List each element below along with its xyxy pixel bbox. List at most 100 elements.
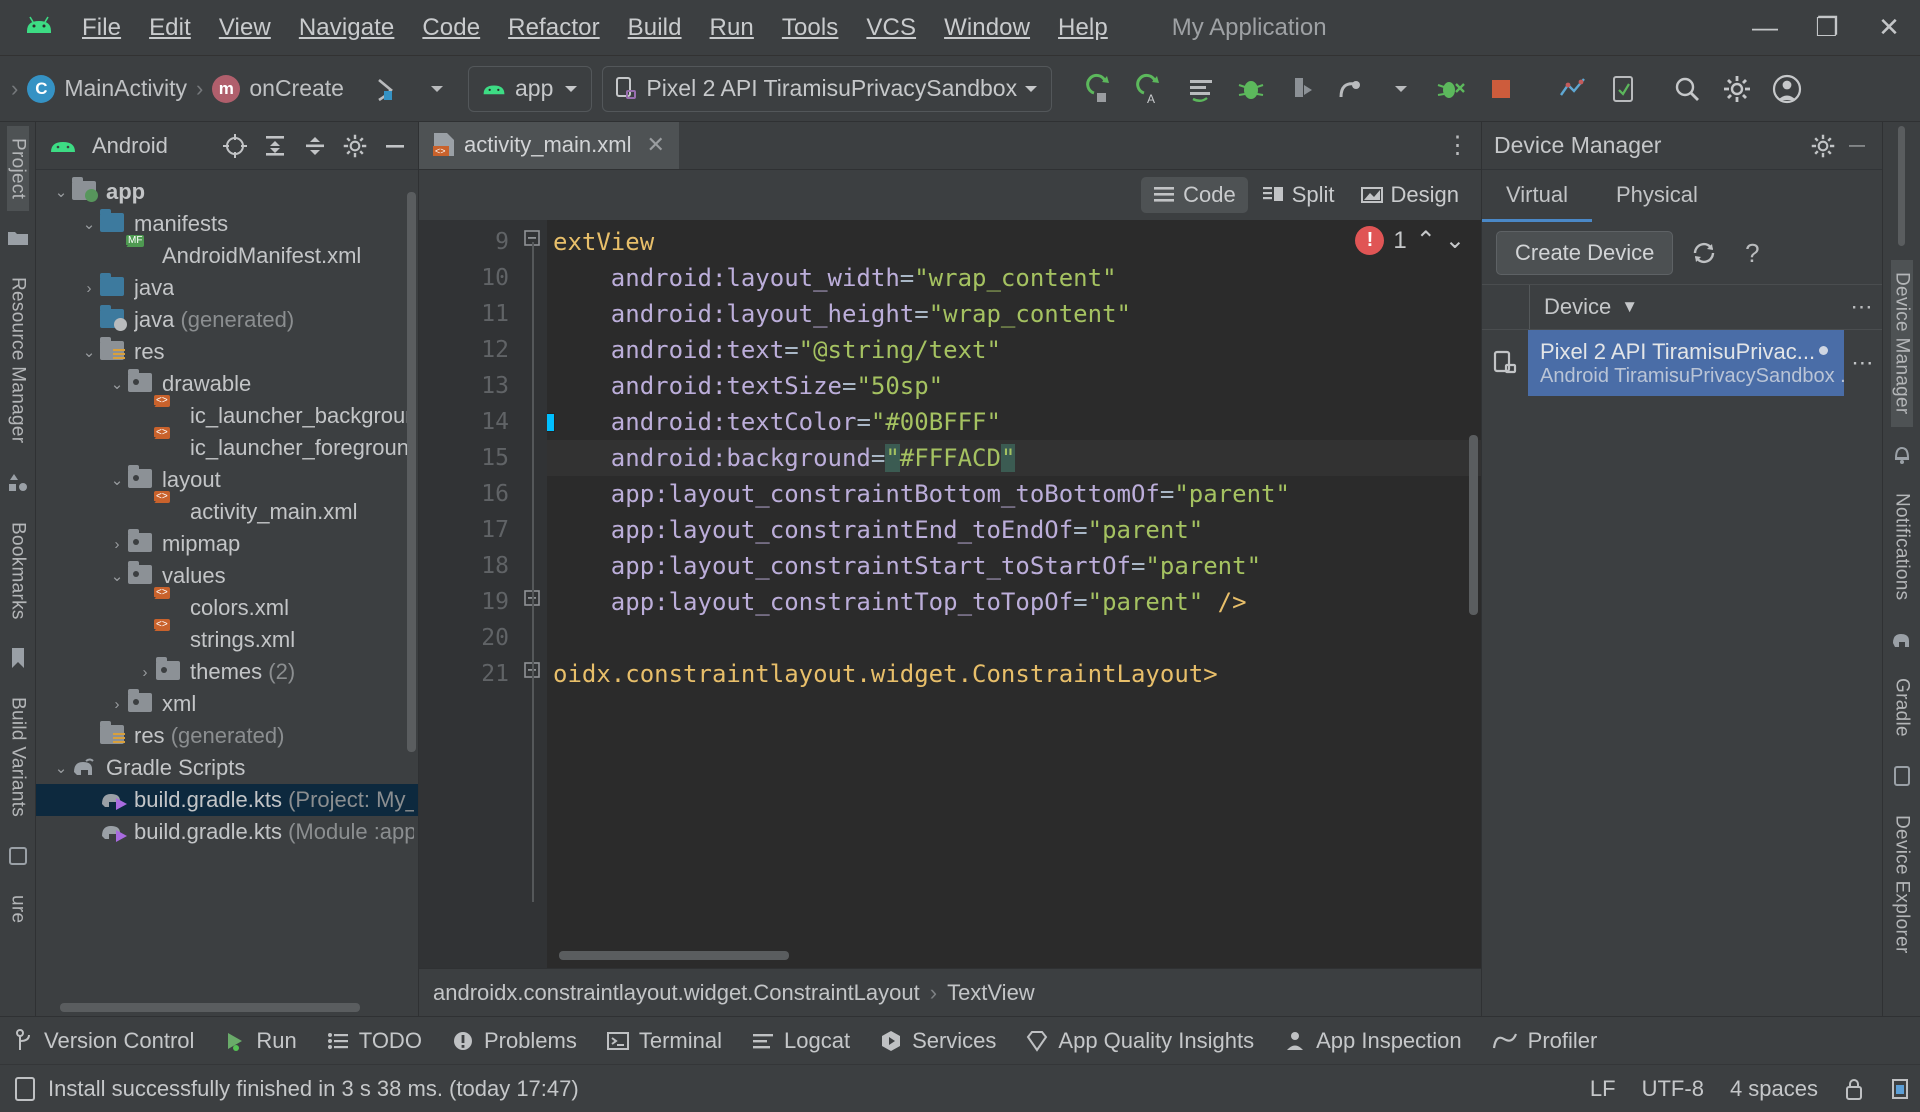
strip-device-explorer[interactable]: Device Explorer xyxy=(1891,803,1913,966)
next-problem-icon[interactable]: ⌄ xyxy=(1445,226,1465,255)
tree-expand-chevron-icon[interactable]: ⌄ xyxy=(106,375,128,393)
debug-icon[interactable] xyxy=(1230,68,1272,110)
tree-expand-chevron-icon[interactable]: › xyxy=(78,280,100,297)
project-settings-gear-icon[interactable] xyxy=(338,129,372,163)
code-line[interactable]: android:background="#FFFACD" xyxy=(547,440,1481,476)
toolwindow-version-control[interactable]: Version Control xyxy=(14,1028,194,1054)
breadcrumb-oncreate[interactable]: onCreate xyxy=(249,75,344,102)
tree-row-java[interactable]: java (generated) xyxy=(36,304,418,336)
tree-row-layout[interactable]: ⌄layout xyxy=(36,464,418,496)
menu-refactor[interactable]: Refactor xyxy=(508,14,600,42)
tree-row-ic-launcher-background-xml[interactable]: <>ic_launcher_background.xml xyxy=(36,400,418,432)
tree-row-ic-launcher-foreground-xml[interactable]: <>ic_launcher_foreground.xml xyxy=(36,432,418,464)
code-line[interactable]: android:textSize="50sp" xyxy=(547,368,1481,404)
toolwindow-services[interactable]: Services xyxy=(880,1028,996,1054)
breadcrumb-textview[interactable]: TextView xyxy=(947,980,1035,1006)
tree-row-activity-main-xml[interactable]: <>activity_main.xml xyxy=(36,496,418,528)
run-configuration-chip[interactable]: app xyxy=(468,66,592,112)
editor-tab-activity-main-xml[interactable]: <> activity_main.xml ✕ xyxy=(419,122,679,169)
toolwindow-app-inspection[interactable]: App Inspection xyxy=(1284,1028,1462,1054)
toolwindow-profiler[interactable]: Profiler xyxy=(1492,1028,1598,1054)
menu-help[interactable]: Help xyxy=(1058,14,1108,42)
toolwindow-run[interactable]: Run xyxy=(224,1028,296,1054)
strip-project[interactable]: Project xyxy=(7,126,29,211)
menu-tools[interactable]: Tools xyxy=(782,14,839,42)
tree-row-res[interactable]: ⌄res xyxy=(36,336,418,368)
minimize-button[interactable]: — xyxy=(1734,1,1796,55)
menu-view[interactable]: View xyxy=(219,14,271,42)
project-view-title[interactable]: Android xyxy=(92,133,168,159)
tree-row-xml[interactable]: ›xml xyxy=(36,688,418,720)
strip-gradle[interactable]: Gradle xyxy=(1891,666,1913,749)
breadcrumb-constraintlayout[interactable]: androidx.constraintlayout.widget.Constra… xyxy=(433,980,920,1006)
menu-build[interactable]: Build xyxy=(628,14,682,42)
line-separator-indicator[interactable]: LF xyxy=(1590,1076,1616,1102)
code-line[interactable]: app:layout_constraintStart_toStartOf="pa… xyxy=(547,548,1481,584)
tree-row-build-gradle-kts[interactable]: build.gradle.kts (Project: My_A xyxy=(36,784,418,816)
menu-navigate[interactable]: Navigate xyxy=(299,14,395,42)
code-line[interactable]: android:text="@string/text" xyxy=(547,332,1481,368)
device-row-more-icon[interactable]: ⋯ xyxy=(1844,330,1882,396)
close-button[interactable]: ✕ xyxy=(1858,1,1920,55)
strip-structure[interactable]: ure xyxy=(7,883,29,935)
tree-expand-chevron-icon[interactable]: ⌄ xyxy=(106,567,128,585)
strip-build-variants[interactable]: Build Variants xyxy=(7,685,29,829)
code-line[interactable]: app:layout_constraintEnd_toEndOf="parent… xyxy=(547,512,1481,548)
code-line[interactable]: app:layout_constraintBottom_toBottomOf="… xyxy=(547,476,1481,512)
settings-gear-icon[interactable] xyxy=(1716,68,1758,110)
strip-notifications[interactable]: Notifications xyxy=(1891,481,1913,612)
tab-virtual[interactable]: Virtual xyxy=(1482,170,1592,222)
code-line[interactable]: android:layout_height="wrap_content" xyxy=(547,296,1481,332)
tree-row-values[interactable]: ⌄values xyxy=(36,560,418,592)
device-manager-minimize-icon[interactable]: — xyxy=(1840,129,1874,163)
stop-icon[interactable] xyxy=(1480,68,1522,110)
gradle-sync-icon[interactable] xyxy=(366,68,408,110)
lock-icon[interactable] xyxy=(1844,1077,1864,1101)
shapes-strip-icon[interactable] xyxy=(5,470,31,496)
run-icon[interactable] xyxy=(1080,68,1122,110)
tree-row-drawable[interactable]: ⌄drawable xyxy=(36,368,418,400)
code-line[interactable]: oidx.constraintlayout.widget.ConstraintL… xyxy=(547,656,1481,692)
tree-expand-chevron-icon[interactable]: › xyxy=(134,664,156,681)
tree-row-java[interactable]: ›java xyxy=(36,272,418,304)
toolwindow-app-quality-insights[interactable]: App Quality Insights xyxy=(1026,1028,1254,1054)
tree-expand-chevron-icon[interactable]: ⌄ xyxy=(78,343,100,361)
tree-expand-chevron-icon[interactable]: › xyxy=(106,696,128,713)
sort-chevron-down-icon[interactable]: ▼ xyxy=(1621,297,1638,317)
gradle-elephant-icon[interactable] xyxy=(1889,626,1915,652)
mode-split[interactable]: Split xyxy=(1250,177,1347,213)
code-line[interactable]: android:layout_width="wrap_content" xyxy=(547,260,1481,296)
tree-expand-chevron-icon[interactable]: ⌄ xyxy=(106,471,128,489)
previous-problem-icon[interactable]: ⌃ xyxy=(1416,226,1436,255)
strip-device-manager[interactable]: Device Manager xyxy=(1891,260,1913,427)
menu-edit[interactable]: Edit xyxy=(149,14,191,42)
device-explorer-strip-icon[interactable] xyxy=(1889,763,1915,789)
fold-gutter[interactable] xyxy=(519,220,547,968)
strip-bookmarks[interactable]: Bookmarks xyxy=(7,510,29,632)
encoding-indicator[interactable]: UTF-8 xyxy=(1642,1076,1704,1102)
menu-run[interactable]: Run xyxy=(710,14,754,42)
toolwindow-logcat[interactable]: Logcat xyxy=(752,1028,850,1054)
menu-window[interactable]: Window xyxy=(944,14,1030,42)
project-vertical-scrollbar[interactable] xyxy=(407,192,416,752)
code-line[interactable]: android:textColor="#00BFFF" xyxy=(547,404,1481,440)
device-manager-gear-icon[interactable] xyxy=(1806,129,1840,163)
device-row[interactable]: Pixel 2 API TiramisuPrivac... Android Ti… xyxy=(1482,330,1882,396)
menu-file[interactable]: File xyxy=(82,14,121,42)
tree-row-mipmap[interactable]: ›mipmap xyxy=(36,528,418,560)
notifications-bell-icon[interactable] xyxy=(1889,441,1915,467)
mode-code[interactable]: Code xyxy=(1141,177,1248,213)
tree-row-manifests[interactable]: ⌄manifests xyxy=(36,208,418,240)
tree-row-strings-xml[interactable]: <>strings.xml xyxy=(36,624,418,656)
project-tree[interactable]: ⌄app⌄manifestsMFAndroidManifest.xml›java… xyxy=(36,170,418,1016)
account-icon[interactable] xyxy=(1766,68,1808,110)
device-mirroring-icon[interactable] xyxy=(1602,68,1644,110)
profiler-chevron-down-icon[interactable] xyxy=(1380,68,1422,110)
memory-indicator-icon[interactable] xyxy=(1890,1077,1910,1101)
project-horizontal-scrollbar[interactable] xyxy=(60,1003,360,1012)
right-scroll-thumb[interactable] xyxy=(1898,126,1905,246)
tree-row-app[interactable]: ⌄app xyxy=(36,176,418,208)
tree-row-androidmanifest-xml[interactable]: MFAndroidManifest.xml xyxy=(36,240,418,272)
profiler-icon[interactable] xyxy=(1330,68,1372,110)
tree-expand-chevron-icon[interactable]: ⌄ xyxy=(50,183,72,201)
